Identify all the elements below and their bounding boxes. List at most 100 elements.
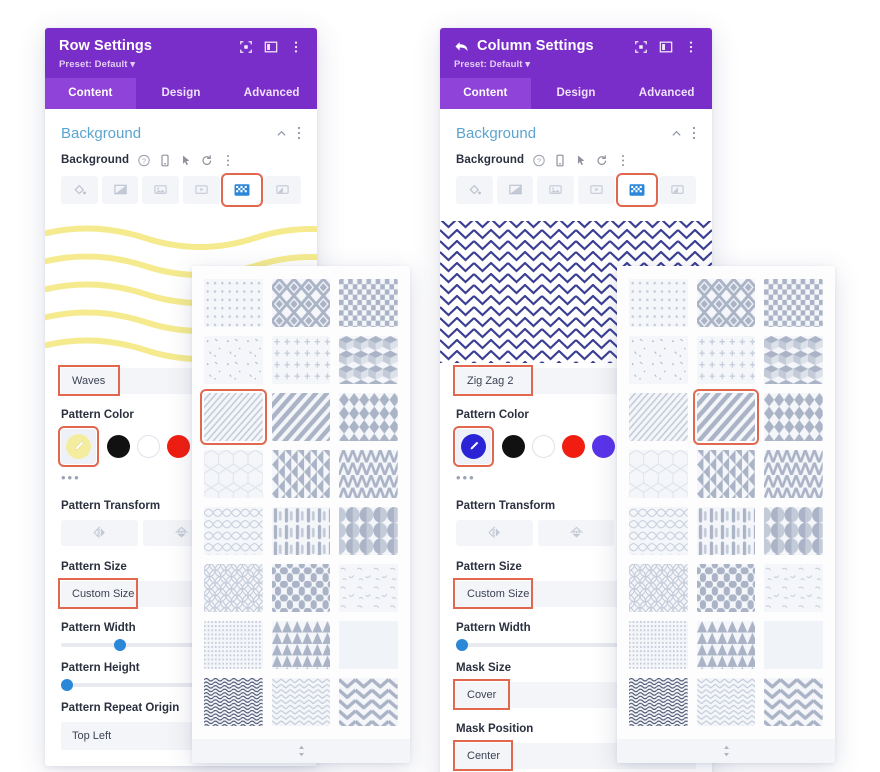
selected-color-swatch[interactable] (453, 425, 494, 467)
pattern-thumbnail-hexagon-outline[interactable] (204, 450, 263, 498)
color-swatch[interactable] (532, 434, 555, 458)
expand-icon[interactable] (239, 40, 253, 54)
back-arrow-icon[interactable] (454, 40, 470, 54)
flip-horizontal-button[interactable] (456, 519, 533, 546)
help-icon[interactable]: ? (138, 154, 150, 167)
background-color-button[interactable] (61, 175, 98, 204)
stepper-arrows-icon[interactable] (298, 745, 305, 757)
preset-label[interactable]: Preset: Default ▾ (454, 59, 698, 70)
pattern-thumbnail-blank[interactable] (339, 621, 398, 669)
pattern-thumbnail-chevron-thin[interactable] (696, 678, 756, 726)
pattern-thumbnail-quatrefoil[interactable] (271, 564, 331, 612)
pattern-thumbnail-diagonal-stripes-thin[interactable] (200, 389, 267, 445)
background-video-button[interactable] (578, 175, 615, 204)
color-swatch[interactable] (562, 434, 585, 458)
more-vertical-icon[interactable] (289, 40, 303, 54)
more-vertical-icon[interactable] (222, 154, 234, 167)
color-swatch[interactable] (137, 434, 160, 458)
pattern-thumbnail-diagonal-stripes-thin[interactable] (629, 393, 688, 441)
mobile-icon[interactable] (554, 154, 566, 167)
help-icon[interactable]: ? (533, 154, 545, 167)
pattern-thumbnail-vertical-capsules[interactable] (271, 507, 331, 555)
flip-horizontal-button[interactable] (61, 519, 138, 546)
pattern-thumbnail-waves-dense[interactable] (629, 678, 688, 726)
background-color-button[interactable] (456, 175, 493, 204)
pattern-thumbnail-checkerboard[interactable] (339, 279, 398, 327)
pattern-thumbnail-chevron-thick[interactable] (764, 678, 823, 726)
pattern-thumbnail-polka-dots[interactable] (204, 279, 263, 327)
color-swatch[interactable] (592, 434, 615, 458)
pattern-thumbnail-confetti-sparse[interactable] (629, 336, 688, 384)
pattern-thumbnail-circle-quad[interactable] (339, 507, 398, 555)
pattern-thumbnail-interlocking-circles[interactable] (204, 564, 263, 612)
more-vertical-icon[interactable] (692, 126, 696, 140)
more-vertical-icon[interactable] (684, 40, 698, 54)
pattern-thumbnail-pinwheel[interactable] (271, 450, 331, 498)
pattern-thumbnail-scattered-arcs[interactable] (764, 564, 823, 612)
split-view-icon[interactable] (659, 40, 673, 54)
pattern-thumbnail-triangles[interactable] (696, 621, 756, 669)
pattern-thumbnail-herringbone[interactable] (339, 450, 398, 498)
color-swatch[interactable] (167, 434, 190, 458)
pattern-thumbnail-dot-grid-dense[interactable] (629, 621, 688, 669)
pattern-thumbnail-chevron-thin[interactable] (271, 678, 331, 726)
more-vertical-icon[interactable] (617, 154, 629, 167)
pattern-thumbnail-plus-grid[interactable] (271, 336, 331, 384)
cursor-icon[interactable] (180, 154, 192, 167)
slider-knob[interactable] (456, 638, 468, 651)
pattern-thumbnail-scattered-arcs[interactable] (339, 564, 398, 612)
pattern-thumbnail-circle-quad[interactable] (764, 507, 823, 555)
pattern-thumbnail-rhombus-grid[interactable] (339, 393, 398, 441)
reset-icon[interactable] (596, 154, 608, 167)
color-ellipsis[interactable]: ••• (456, 470, 631, 485)
flip-vertical-button[interactable] (537, 519, 615, 546)
background-pattern-button[interactable] (220, 172, 264, 207)
pattern-thumbnail-blank[interactable] (764, 621, 823, 669)
split-view-icon[interactable] (264, 40, 278, 54)
tab-content[interactable]: Content (440, 77, 531, 109)
background-image-button[interactable] (537, 175, 575, 204)
pattern-thumbnail-diamond-lattice[interactable] (271, 279, 331, 327)
tab-content[interactable]: Content (45, 77, 136, 109)
pattern-thumbnail-cube-3d[interactable] (339, 336, 398, 384)
pattern-thumbnail-waves-dense[interactable] (204, 678, 263, 726)
slider-knob[interactable] (113, 638, 126, 651)
pattern-thumbnail-pinwheel[interactable] (696, 450, 756, 498)
tab-advanced[interactable]: Advanced (226, 78, 317, 109)
background-gradient-button[interactable] (496, 175, 534, 204)
pattern-thumbnail-diagonal-stripes-thick[interactable] (271, 393, 331, 441)
tab-design[interactable]: Design (136, 78, 227, 109)
pattern-thumbnail-plus-grid[interactable] (696, 336, 756, 384)
pattern-thumbnail-cube-3d[interactable] (764, 336, 823, 384)
color-swatch[interactable] (502, 434, 525, 458)
pattern-thumbnail-diagonal-stripes-thick[interactable] (692, 389, 760, 445)
background-gradient-button[interactable] (101, 175, 139, 204)
color-swatch[interactable] (107, 434, 130, 458)
selected-color-swatch[interactable] (58, 425, 99, 467)
background-video-button[interactable] (183, 175, 220, 204)
pattern-thumbnail-chevron-thick[interactable] (339, 678, 398, 726)
preset-label[interactable]: Preset: Default ▾ (59, 59, 303, 70)
mobile-icon[interactable] (159, 154, 171, 167)
pattern-thumbnail-polka-dots[interactable] (629, 279, 688, 327)
pattern-thumbnail-herringbone[interactable] (764, 450, 823, 498)
pattern-thumbnail-hexagon-outline[interactable] (629, 450, 688, 498)
background-pattern-button[interactable] (615, 172, 659, 207)
pattern-thumbnail-dot-grid-dense[interactable] (204, 621, 263, 669)
background-image-button[interactable] (142, 175, 180, 204)
stepper-arrows-icon[interactable] (723, 745, 730, 757)
background-mask-button[interactable] (264, 175, 302, 204)
more-vertical-icon[interactable] (297, 126, 301, 140)
chevron-up-icon[interactable] (671, 128, 682, 139)
reset-icon[interactable] (201, 154, 213, 167)
pattern-thumbnail-ogee-lattice[interactable] (204, 507, 263, 555)
slider-knob[interactable] (61, 678, 73, 691)
pattern-thumbnail-quatrefoil[interactable] (696, 564, 756, 612)
tab-advanced[interactable]: Advanced (621, 78, 712, 109)
pattern-thumbnail-rhombus-grid[interactable] (764, 393, 823, 441)
pattern-thumbnail-interlocking-circles[interactable] (629, 564, 688, 612)
pattern-thumbnail-vertical-capsules[interactable] (696, 507, 756, 555)
background-mask-button[interactable] (659, 175, 697, 204)
pattern-thumbnail-ogee-lattice[interactable] (629, 507, 688, 555)
chevron-up-icon[interactable] (276, 128, 287, 139)
